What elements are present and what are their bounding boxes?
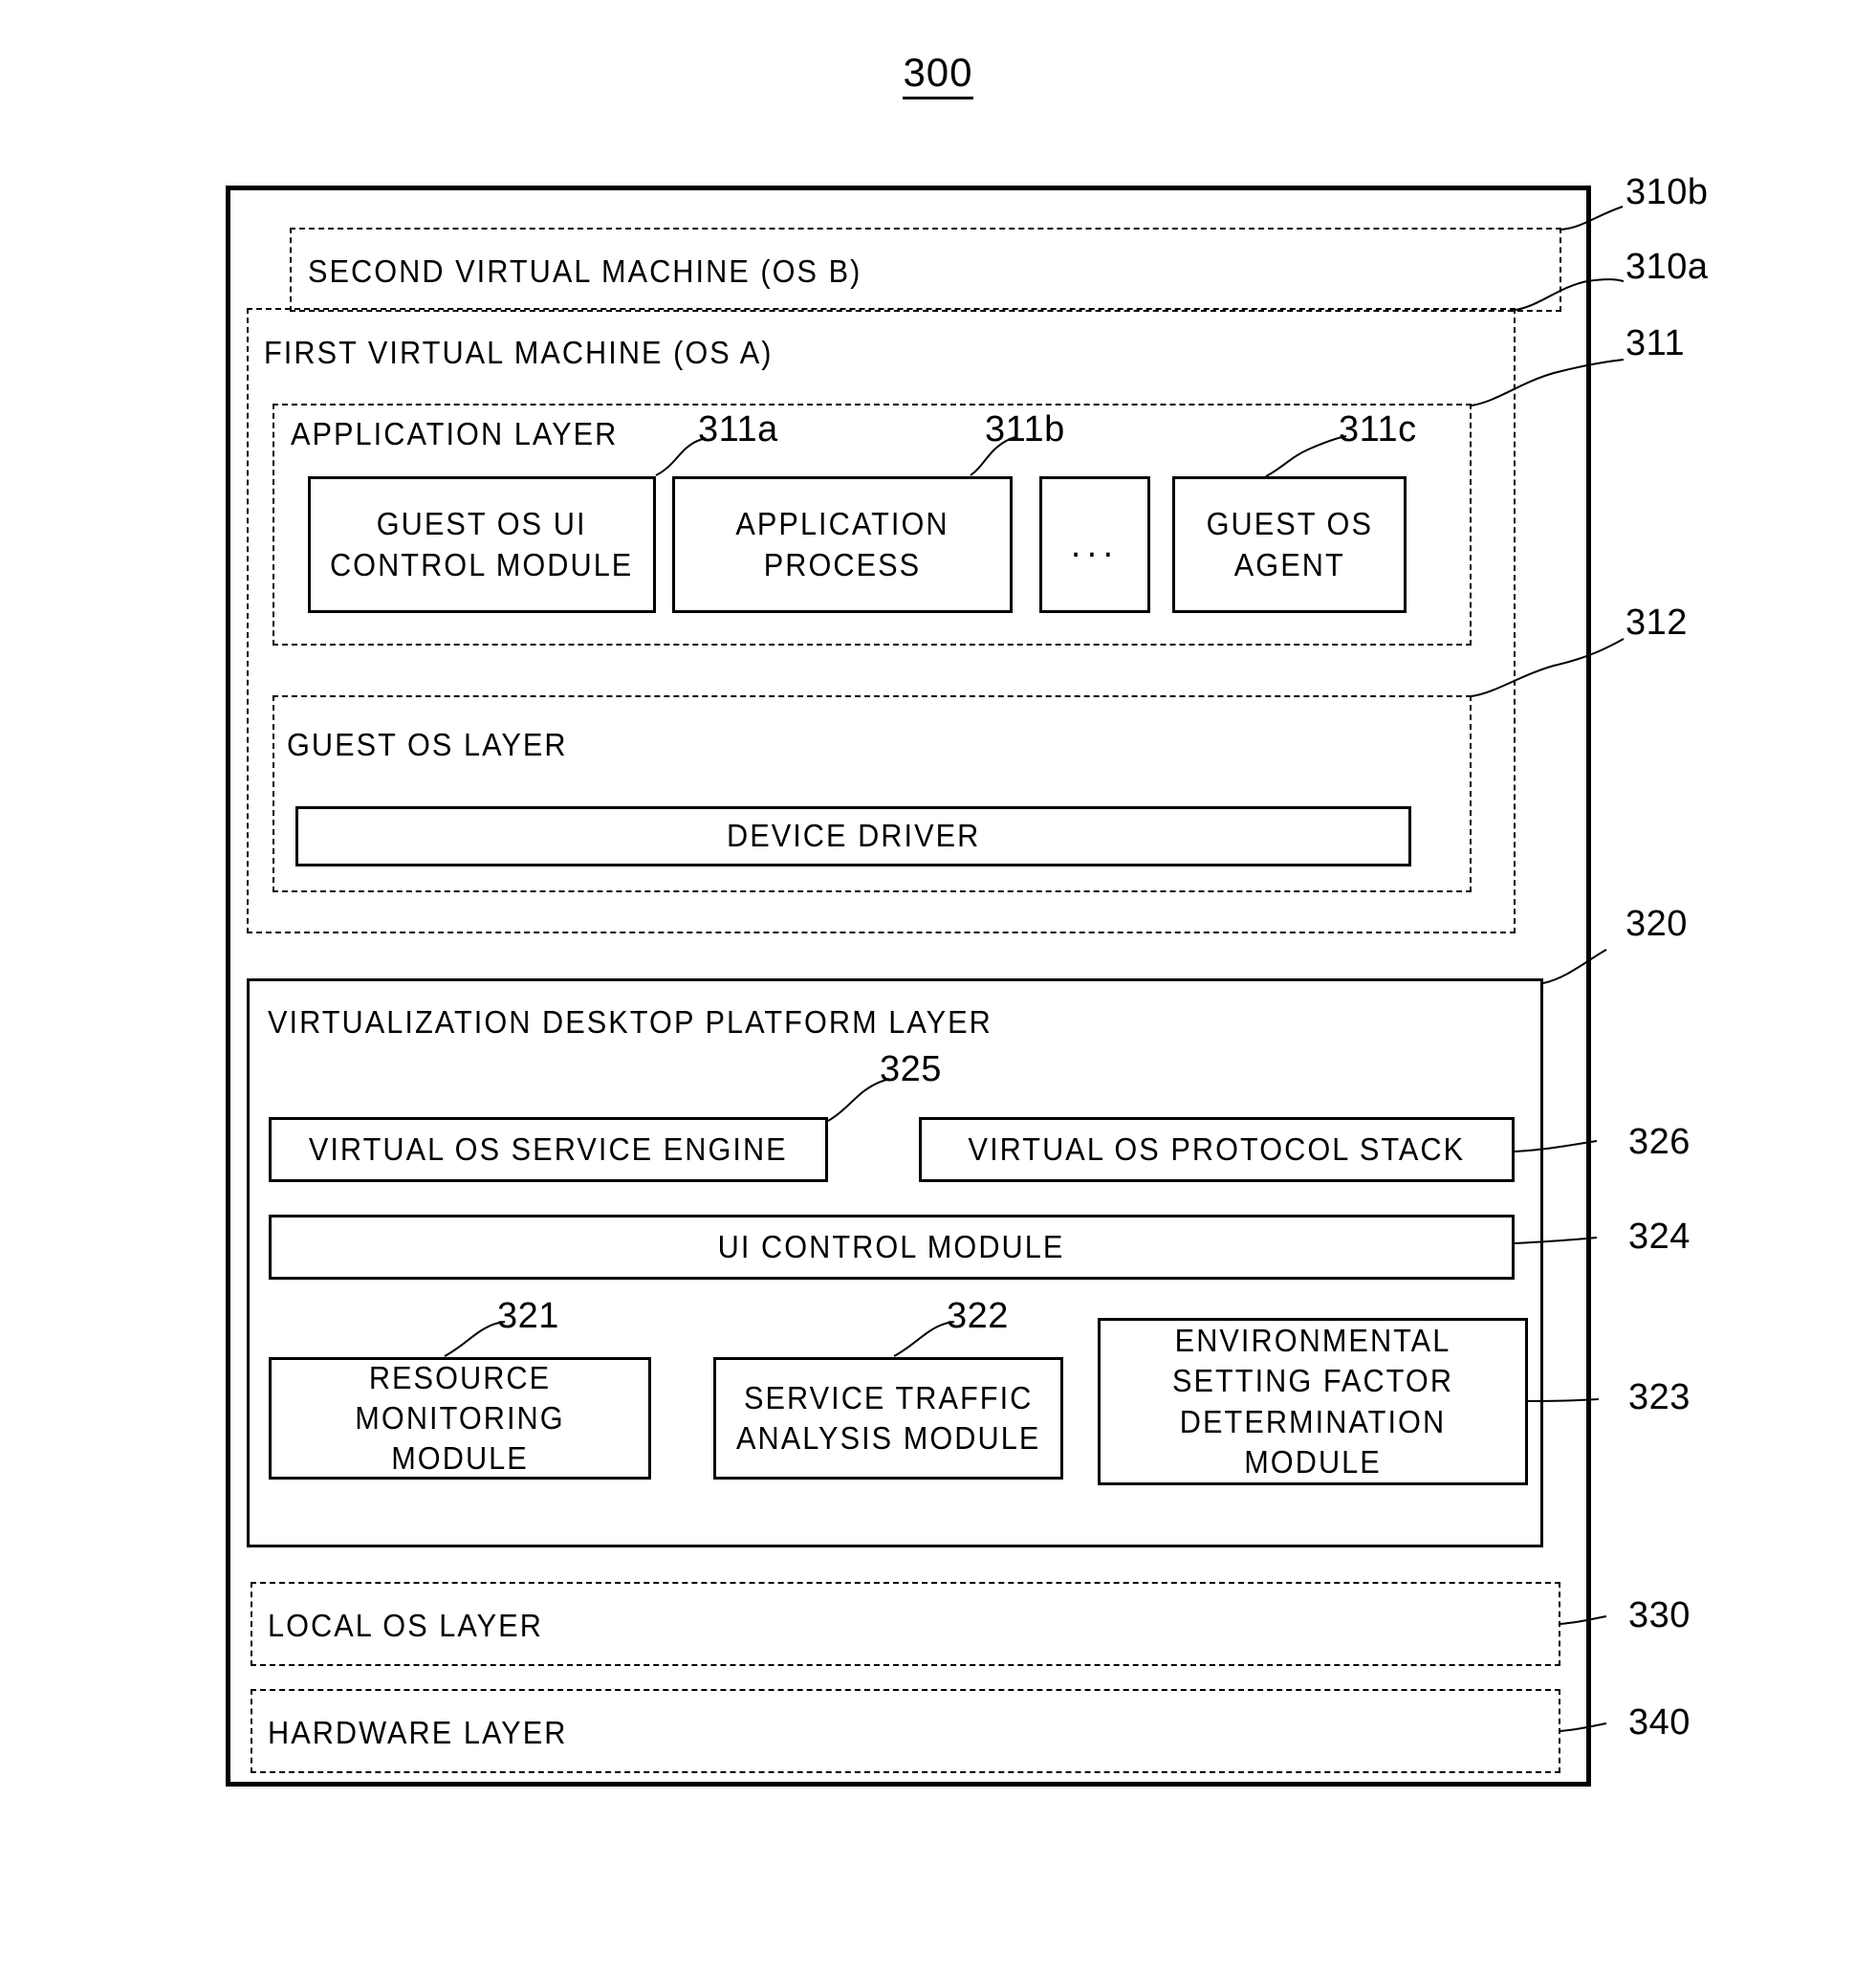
ref-310b: 310b (1625, 172, 1709, 212)
ref-325: 325 (880, 1049, 942, 1089)
ref-330: 330 (1628, 1595, 1691, 1635)
figure-number-text: 300 (903, 50, 973, 99)
ref-311b: 311b (985, 409, 1065, 450)
local-os-layer-label: LOCAL OS LAYER (268, 1608, 543, 1643)
more-modules-box (1039, 476, 1150, 613)
ref-321: 321 (497, 1296, 559, 1336)
platform-layer-label: VIRTUALIZATION DESKTOP PLATFORM LAYER (268, 1004, 993, 1040)
ref-322: 322 (947, 1296, 1009, 1336)
ref-340: 340 (1628, 1702, 1691, 1743)
ref-311c: 311c (1339, 409, 1417, 450)
ref-323: 323 (1628, 1377, 1691, 1417)
diagram-canvas: 300 SECOND VIRTUAL MACHINE (OS B) FIRST … (0, 0, 1876, 1974)
application-process-box[interactable] (672, 476, 1013, 613)
ref-310a: 310a (1625, 247, 1709, 287)
resource-monitoring-module-box[interactable] (269, 1357, 651, 1480)
hardware-layer-label: HARDWARE LAYER (268, 1715, 568, 1750)
ref-311: 311 (1625, 323, 1686, 363)
environmental-setting-factor-determination-module-box[interactable] (1098, 1318, 1528, 1485)
figure-number: 300 (0, 50, 1876, 99)
application-layer-label: APPLICATION LAYER (291, 416, 619, 451)
device-driver-box[interactable] (295, 806, 1411, 866)
guest-os-agent-box[interactable] (1172, 476, 1407, 613)
virtual-os-protocol-stack-box[interactable] (919, 1117, 1515, 1182)
ref-312: 312 (1625, 603, 1688, 643)
guest-os-layer-label: GUEST OS LAYER (287, 727, 568, 762)
second-virtual-machine-label: SECOND VIRTUAL MACHINE (OS B) (308, 253, 862, 289)
ui-control-module-box[interactable] (269, 1215, 1515, 1280)
virtual-os-service-engine-box[interactable] (269, 1117, 828, 1182)
ref-311a: 311a (698, 409, 778, 450)
ref-320: 320 (1625, 904, 1688, 944)
service-traffic-analysis-module-box[interactable] (713, 1357, 1063, 1480)
ref-326: 326 (1628, 1122, 1691, 1162)
ref-324: 324 (1628, 1217, 1691, 1257)
guest-os-ui-control-module-box[interactable] (308, 476, 656, 613)
first-virtual-machine-label: FIRST VIRTUAL MACHINE (OS A) (264, 335, 774, 370)
